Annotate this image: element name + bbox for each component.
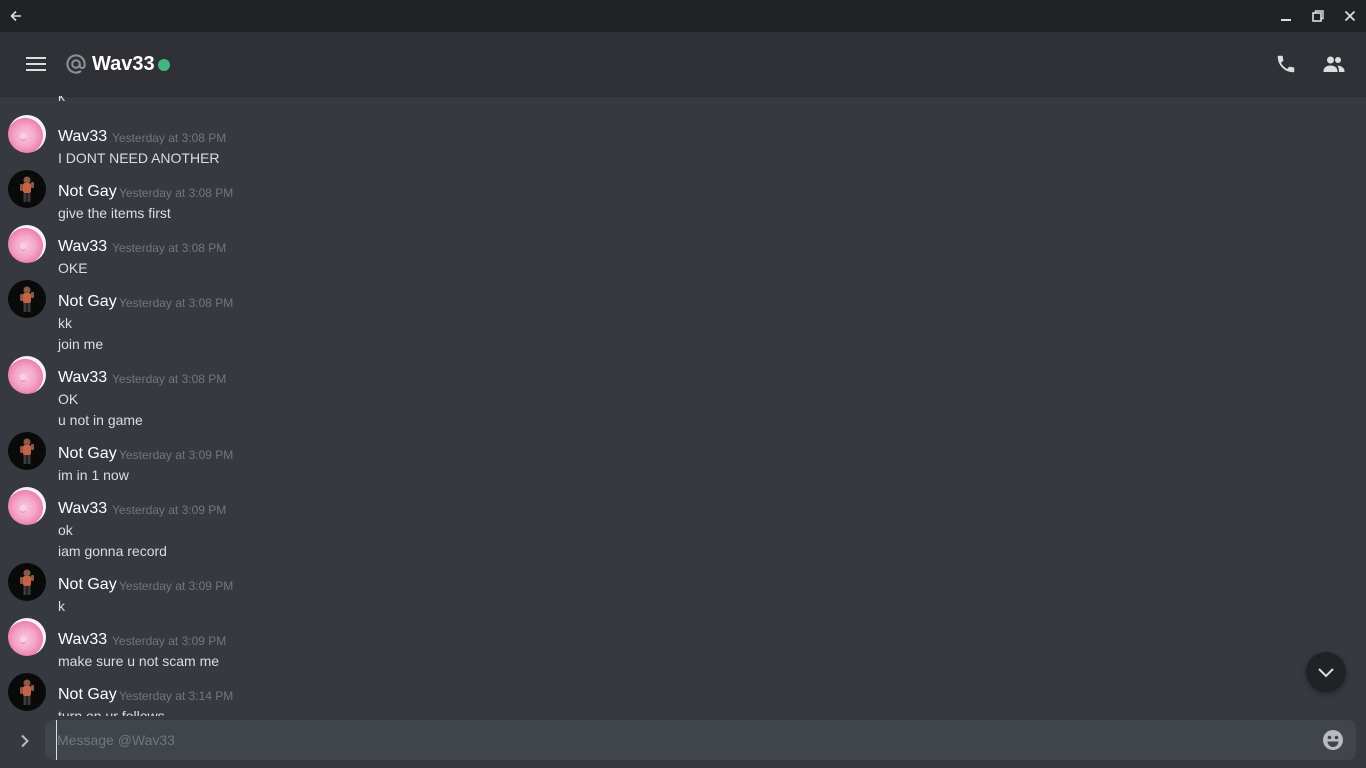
arrow-left-icon[interactable]	[0, 0, 32, 32]
emoji-icon[interactable]	[1321, 728, 1345, 752]
message-timestamp: Yesterday at 3:14 PM	[119, 689, 234, 703]
message-author[interactable]: Not Gay	[58, 575, 117, 595]
message-text: iam gonna record	[58, 543, 167, 559]
message-text: I DONT NEED ANOTHER	[58, 150, 220, 166]
channel-header: Wav33	[0, 32, 1366, 96]
message-author[interactable]: Not Gay	[58, 685, 117, 705]
online-status-indicator	[158, 59, 170, 71]
message-text: ok	[58, 522, 73, 538]
close-icon[interactable]	[1334, 0, 1366, 32]
avatar[interactable]	[8, 280, 46, 318]
message-text: k	[58, 96, 65, 104]
at-icon	[64, 52, 88, 76]
phone-icon[interactable]	[1270, 48, 1302, 80]
avatar[interactable]	[8, 673, 46, 711]
jump-to-bottom-button[interactable]	[1306, 652, 1346, 692]
message-timestamp: Yesterday at 3:08 PM	[112, 131, 227, 145]
avatar[interactable]	[8, 432, 46, 470]
message-text: make sure u not scam me	[58, 653, 220, 669]
chevron-down-icon	[1318, 668, 1334, 678]
avatar[interactable]	[8, 170, 46, 208]
restore-icon[interactable]	[1302, 0, 1334, 32]
message-text: OK	[58, 391, 79, 407]
message-text: k	[58, 598, 65, 614]
message-timestamp: Yesterday at 3:09 PM	[112, 503, 227, 517]
window-titlebar	[0, 0, 1366, 32]
message-input[interactable]	[56, 720, 1297, 760]
message-author[interactable]: Not Gay	[58, 182, 117, 202]
message-author[interactable]: Wav33	[58, 368, 107, 388]
message-timestamp: Yesterday at 3:08 PM	[112, 372, 227, 386]
message-timestamp: Yesterday at 3:09 PM	[119, 448, 234, 462]
avatar[interactable]	[8, 618, 46, 656]
message-author[interactable]: Wav33	[58, 499, 107, 519]
avatar[interactable]	[8, 225, 46, 263]
avatar[interactable]	[8, 356, 46, 394]
message-composer	[45, 720, 1356, 760]
message-timestamp: Yesterday at 3:08 PM	[112, 241, 227, 255]
message-timestamp: Yesterday at 3:08 PM	[119, 296, 234, 310]
message-text: kk	[58, 315, 72, 331]
message-timestamp: Yesterday at 3:09 PM	[119, 579, 234, 593]
message-text: join me	[58, 336, 104, 352]
message-timestamp: Yesterday at 3:09 PM	[112, 634, 227, 648]
hamburger-icon[interactable]	[20, 52, 52, 76]
avatar[interactable]	[8, 487, 46, 525]
chevron-right-icon[interactable]	[12, 728, 38, 754]
message-timestamp: Yesterday at 3:08 PM	[119, 186, 234, 200]
message-text: im in 1 now	[58, 467, 129, 483]
message-author[interactable]: Not Gay	[58, 444, 117, 464]
message-text: u not in game	[58, 412, 143, 428]
avatar[interactable]	[8, 563, 46, 601]
dm-title: Wav33	[92, 53, 155, 75]
message-text: turn on ur follows	[58, 708, 165, 716]
avatar[interactable]	[8, 115, 46, 153]
message-author[interactable]: Not Gay	[58, 292, 117, 312]
message-text: give the items first	[58, 205, 171, 221]
message-author[interactable]: Wav33	[58, 127, 107, 147]
minimize-icon[interactable]	[1270, 0, 1302, 32]
message-text: OKE	[58, 260, 88, 276]
message-list[interactable]: k Wav33 Yesterday at 3:08 PM I DONT NEED A…	[0, 96, 1366, 716]
message-author[interactable]: Wav33	[58, 630, 107, 650]
members-icon[interactable]	[1318, 48, 1350, 80]
message-author[interactable]: Wav33	[58, 237, 107, 257]
